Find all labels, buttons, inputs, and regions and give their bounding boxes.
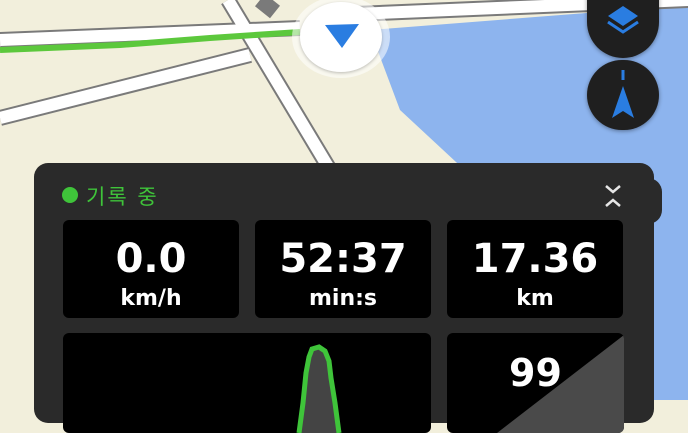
distance-value: 17.36	[471, 236, 599, 282]
duration-unit: min:s	[308, 286, 378, 311]
distance-unit: km	[516, 286, 554, 311]
elevation-graph	[296, 344, 342, 433]
speed-stat: 0.0 km/h	[63, 220, 239, 318]
speed-value: 0.0	[115, 236, 187, 282]
collapse-button[interactable]	[600, 181, 626, 211]
layers-icon	[607, 6, 639, 34]
elevation-card: 99	[447, 333, 624, 433]
panel-header: 기록 중	[34, 163, 654, 219]
collapse-icon	[605, 185, 621, 207]
elevation-value: 99	[509, 351, 562, 395]
speed-unit: km/h	[120, 286, 182, 311]
duration-stat: 52:37 min:s	[255, 220, 431, 318]
recording-status-dot	[62, 187, 78, 203]
recording-panel: 기록 중 0.0 km/h 52:37 min:s 17.36 km 99	[34, 163, 654, 433]
recording-status-label: 기록 중	[86, 185, 159, 209]
current-location-marker	[292, 0, 390, 78]
compass-arrow-icon	[612, 70, 634, 118]
duration-value: 52:37	[279, 236, 407, 282]
distance-stat: 17.36 km	[447, 220, 623, 318]
location-arrow-icon	[325, 24, 359, 48]
elevation-graph-card	[63, 333, 431, 433]
compass-button[interactable]	[587, 60, 659, 130]
map-layers-button[interactable]	[587, 0, 659, 58]
